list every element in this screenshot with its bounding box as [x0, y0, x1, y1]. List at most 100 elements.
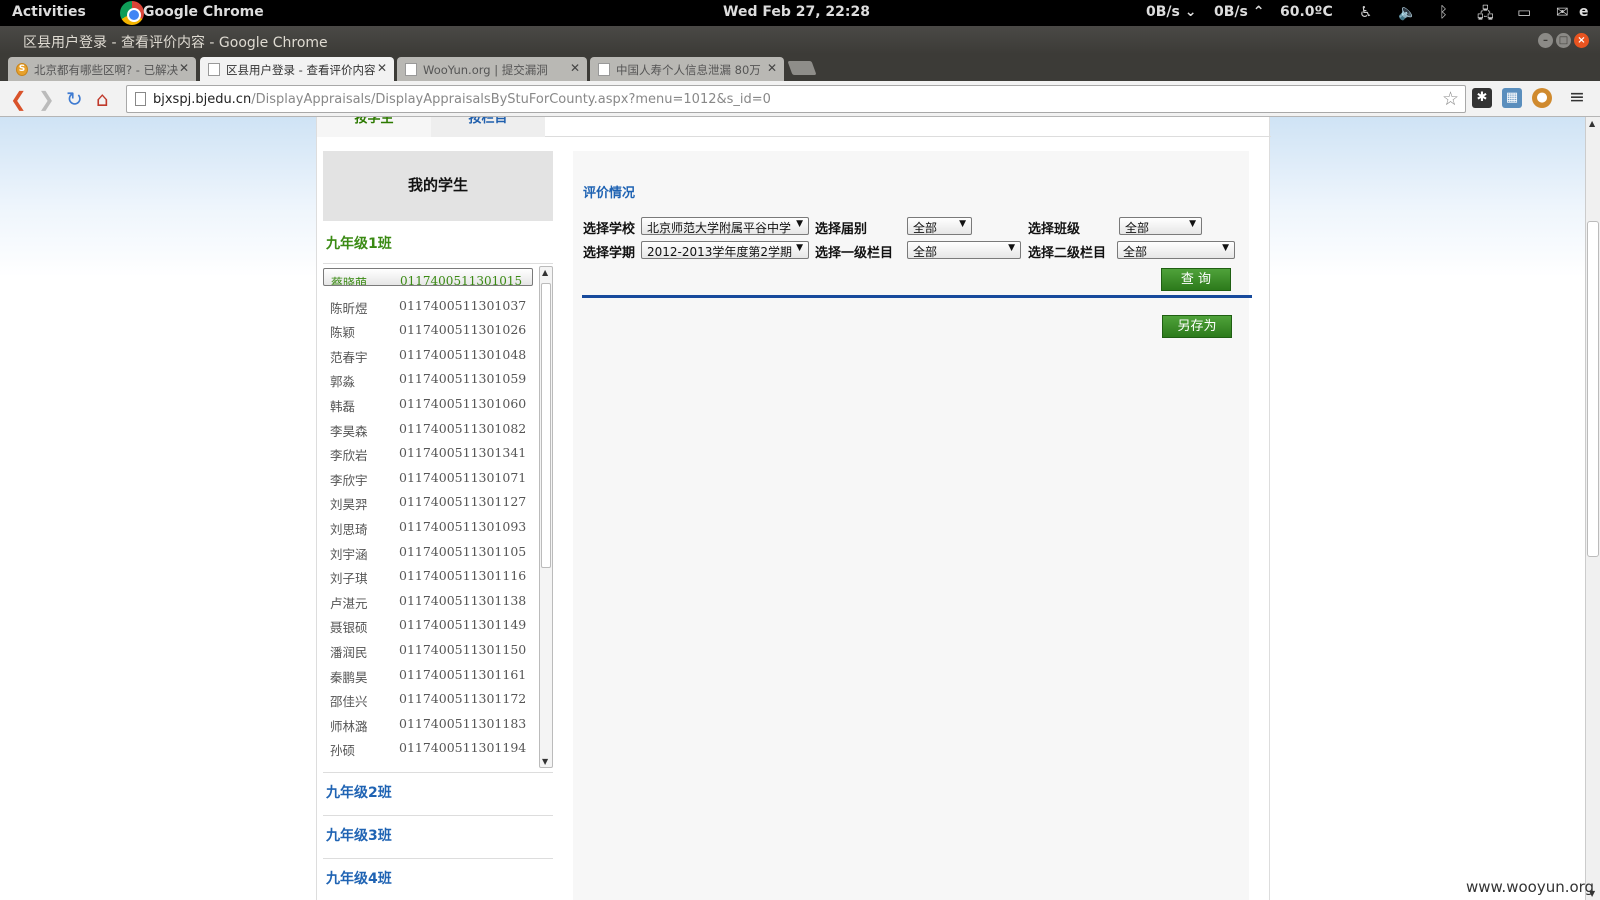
- student-row[interactable]: 邵佳兴 0117400511301172: [323, 686, 533, 711]
- back-arrow-icon[interactable]: ❮: [10, 87, 27, 111]
- class-group-4[interactable]: 九年级4班: [323, 859, 553, 900]
- close-tab-icon[interactable]: ✕: [570, 61, 580, 75]
- close-tab-icon[interactable]: ✕: [377, 61, 387, 75]
- section-divider: [582, 295, 1252, 298]
- page-icon: [598, 63, 610, 76]
- student-name: 秦鹏昊: [330, 669, 368, 685]
- category2-select[interactable]: 全部 ▼: [1117, 241, 1235, 259]
- dropdown-arrow-icon: ▼: [959, 219, 966, 229]
- close-window-button[interactable]: ×: [1574, 33, 1589, 48]
- student-row[interactable]: 郭淼 0117400511301059: [323, 366, 533, 391]
- forward-arrow-icon[interactable]: ❯: [38, 87, 55, 111]
- scroll-down-icon[interactable]: ▼: [542, 757, 548, 766]
- term-select[interactable]: 2012-2013学年度第2学期 ▼: [641, 241, 809, 259]
- class-group-2[interactable]: 九年级2班: [323, 773, 553, 816]
- accessibility-icon[interactable]: ♿: [1359, 3, 1372, 21]
- extension-cookie-icon[interactable]: ●: [1532, 88, 1552, 108]
- student-name: 刘子琪: [330, 571, 368, 587]
- temperature-indicator[interactable]: 60.0ºC: [1280, 4, 1333, 20]
- battery-icon[interactable]: ▭: [1517, 3, 1531, 21]
- student-id: 0117400511301194: [399, 740, 527, 756]
- tab-county-login[interactable]: 区县用户登录 - 查看评价内容 ✕: [200, 57, 394, 81]
- student-row[interactable]: 卢湛元 0117400511301138: [323, 588, 533, 613]
- scroll-up-icon[interactable]: ▲: [1589, 119, 1595, 128]
- student-name: 卢湛元: [330, 595, 368, 611]
- student-name: 陈颖: [330, 325, 356, 341]
- bluetooth-icon[interactable]: ᛒ: [1439, 3, 1448, 21]
- student-row[interactable]: 李欣宇 0117400511301071: [323, 465, 533, 490]
- category1-select[interactable]: 全部 ▼: [907, 241, 1021, 259]
- scrollbar-thumb[interactable]: [541, 283, 551, 568]
- class-group-open[interactable]: 九年级1班: [323, 233, 553, 263]
- address-bar[interactable]: bjxspj.bjedu.cn/DisplayAppraisals/Displa…: [126, 85, 1466, 113]
- new-tab-button[interactable]: [787, 61, 817, 75]
- maximize-button[interactable]: □: [1556, 33, 1571, 48]
- student-row[interactable]: 秦鹏昊 0117400511301161: [323, 662, 533, 687]
- class-label: 选择班级: [1028, 222, 1081, 237]
- page-scrollbar-thumb[interactable]: [1587, 221, 1599, 557]
- student-row[interactable]: 蔡晓萌 0117400511301015: [323, 268, 533, 286]
- net-down-indicator[interactable]: 0B/s ⌄: [1146, 4, 1196, 20]
- student-list-scrollbar[interactable]: ▲ ▼: [539, 266, 553, 768]
- home-icon[interactable]: ⌂: [96, 87, 109, 111]
- page-info-icon[interactable]: [135, 92, 146, 106]
- page-container: 按学生 按栏目 我的学生 九年级1班 孙硕 0117400511301194 师林潞…: [316, 117, 1271, 900]
- student-id: 0117400511301093: [399, 519, 527, 534]
- student-row[interactable]: 孙硕 0117400511301194: [323, 735, 533, 760]
- school-label: 选择学校: [583, 222, 636, 237]
- student-row[interactable]: 陈昕煜 0117400511301037: [323, 293, 533, 318]
- student-name: 韩磊: [330, 399, 356, 414]
- student-row[interactable]: 师林潞 0117400511301183: [323, 711, 533, 736]
- class-group-3[interactable]: 九年级3班: [323, 816, 553, 859]
- watermark: www.wooyun.org: [1466, 878, 1595, 896]
- student-row[interactable]: 刘昊羿 0117400511301127: [323, 489, 533, 514]
- activities-button[interactable]: Activities: [12, 4, 86, 20]
- url-text[interactable]: bjxspj.bjedu.cn/DisplayAppraisals/Displa…: [153, 92, 771, 107]
- chrome-menu-icon[interactable]: ≡: [1569, 86, 1585, 108]
- tab-label: 中国人寿个人信息泄漏 80万: [616, 63, 761, 77]
- school-select[interactable]: 北京师范大学附属平谷中学 ▼: [641, 217, 809, 235]
- student-name: 陈昕煜: [330, 300, 368, 316]
- student-row[interactable]: 范春宇 0117400511301048: [323, 342, 533, 367]
- tab-by-category[interactable]: 按栏目: [431, 117, 545, 137]
- minimize-button[interactable]: –: [1538, 33, 1553, 48]
- student-name: 刘昊羿: [330, 497, 368, 513]
- scroll-up-icon[interactable]: ▲: [542, 268, 548, 277]
- class-select[interactable]: 全部 ▼: [1119, 217, 1202, 235]
- student-row[interactable]: 刘宇涵 0117400511301105: [323, 539, 533, 564]
- extension-screenshot-icon[interactable]: ▦: [1502, 88, 1522, 108]
- student-row[interactable]: 李昊森 0117400511301082: [323, 416, 533, 441]
- save-as-button[interactable]: 另存为: [1162, 315, 1232, 338]
- tab-baidu-zhidao[interactable]: S 北京都有哪些区啊? - 已解决 ✕: [8, 57, 196, 81]
- web-viewport: 按学生 按栏目 我的学生 九年级1班 孙硕 0117400511301194 师林潞…: [0, 117, 1585, 900]
- grade-select[interactable]: 全部 ▼: [907, 217, 972, 235]
- reload-icon[interactable]: ↻: [66, 87, 83, 111]
- tab-label: 区县用户登录 - 查看评价内容: [226, 63, 376, 77]
- close-tab-icon[interactable]: ✕: [179, 61, 189, 75]
- tab-by-student[interactable]: 按学生: [317, 117, 431, 137]
- network-icon[interactable]: 🖧: [1477, 3, 1494, 28]
- clock[interactable]: Wed Feb 27, 22:28: [723, 4, 870, 20]
- bookmark-star-icon[interactable]: ☆: [1442, 88, 1459, 110]
- student-row[interactable]: 刘子琪 0117400511301116: [323, 563, 533, 588]
- user-menu[interactable]: e: [1579, 4, 1589, 20]
- app-menu[interactable]: Google Chrome: [143, 4, 264, 20]
- tab-label: 北京都有哪些区啊? - 已解决: [34, 63, 179, 77]
- page-scrollbar[interactable]: ▲ ▼: [1585, 117, 1600, 900]
- net-up-indicator[interactable]: 0B/s ⌃: [1214, 4, 1264, 20]
- tab-china-life[interactable]: 中国人寿个人信息泄漏 80万 ✕: [590, 57, 784, 81]
- category1-label: 选择一级栏目: [815, 246, 894, 261]
- extension-puzzle-icon[interactable]: ✱: [1472, 88, 1492, 108]
- student-row[interactable]: 刘思琦 0117400511301093: [323, 514, 533, 539]
- system-top-bar: Activities Google Chrome Wed Feb 27, 22:…: [0, 0, 1600, 26]
- student-row[interactable]: 韩磊 0117400511301060: [323, 391, 533, 416]
- student-row[interactable]: 聂银硕 0117400511301149: [323, 612, 533, 637]
- volume-icon[interactable]: 🔈: [1398, 3, 1417, 21]
- student-row[interactable]: 陈颖 0117400511301026: [323, 317, 533, 342]
- student-row[interactable]: 李欣岩 0117400511301341: [323, 440, 533, 465]
- tab-wooyun[interactable]: WooYun.org | 提交漏洞 ✕: [397, 57, 587, 81]
- student-row[interactable]: 潘润民 0117400511301150: [323, 637, 533, 662]
- messaging-icon[interactable]: ✉: [1556, 3, 1569, 21]
- query-button[interactable]: 查 询: [1161, 268, 1231, 291]
- close-tab-icon[interactable]: ✕: [767, 61, 777, 75]
